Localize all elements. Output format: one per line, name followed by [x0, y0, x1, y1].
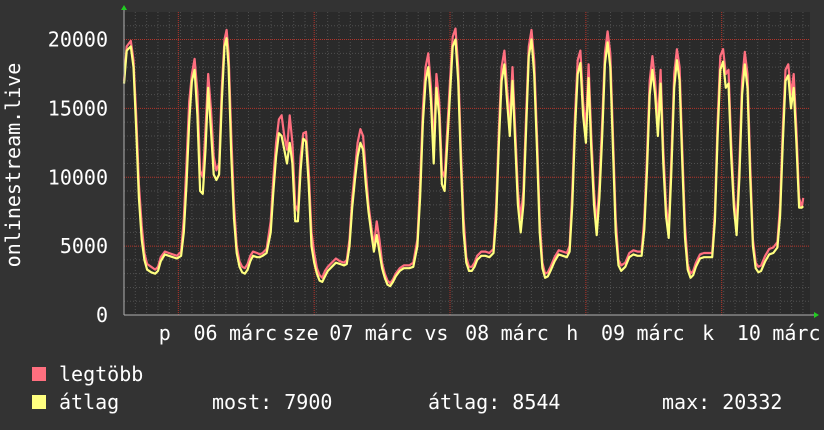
- y-tick-label: 5000: [60, 234, 108, 258]
- y-axis-arrow: [121, 5, 127, 10]
- x-tick-label: márc: [365, 321, 413, 345]
- y-tick-label: 20000: [48, 28, 108, 52]
- y-tick-label: 15000: [48, 96, 108, 120]
- x-tick-label: 06: [193, 321, 217, 345]
- x-tick-label: 10: [737, 321, 761, 345]
- x-tick-label: sze: [283, 321, 319, 345]
- x-tick-label: 07: [329, 321, 353, 345]
- x-tick-label: vs: [424, 321, 448, 345]
- x-tick-label: márc: [501, 321, 549, 345]
- x-axis-arrow: [814, 312, 819, 318]
- y-axis-title: onlinestream.live: [1, 63, 25, 268]
- x-tick-label: 09: [601, 321, 625, 345]
- x-tick-label: h: [566, 321, 578, 345]
- x-tick-label: márc: [229, 321, 277, 345]
- y-tick-label: 10000: [48, 165, 108, 189]
- x-tick-label: márc: [636, 321, 684, 345]
- x-tick-label: 08: [465, 321, 489, 345]
- line-chart: 05000100001500020000p 06 márc sze 07 márc vs 08…: [1, 5, 821, 345]
- y-tick-label: 0: [96, 303, 108, 327]
- x-tick-label: márc: [772, 321, 820, 345]
- x-tick-label: k: [702, 321, 714, 345]
- x-tick-label: p: [159, 321, 171, 345]
